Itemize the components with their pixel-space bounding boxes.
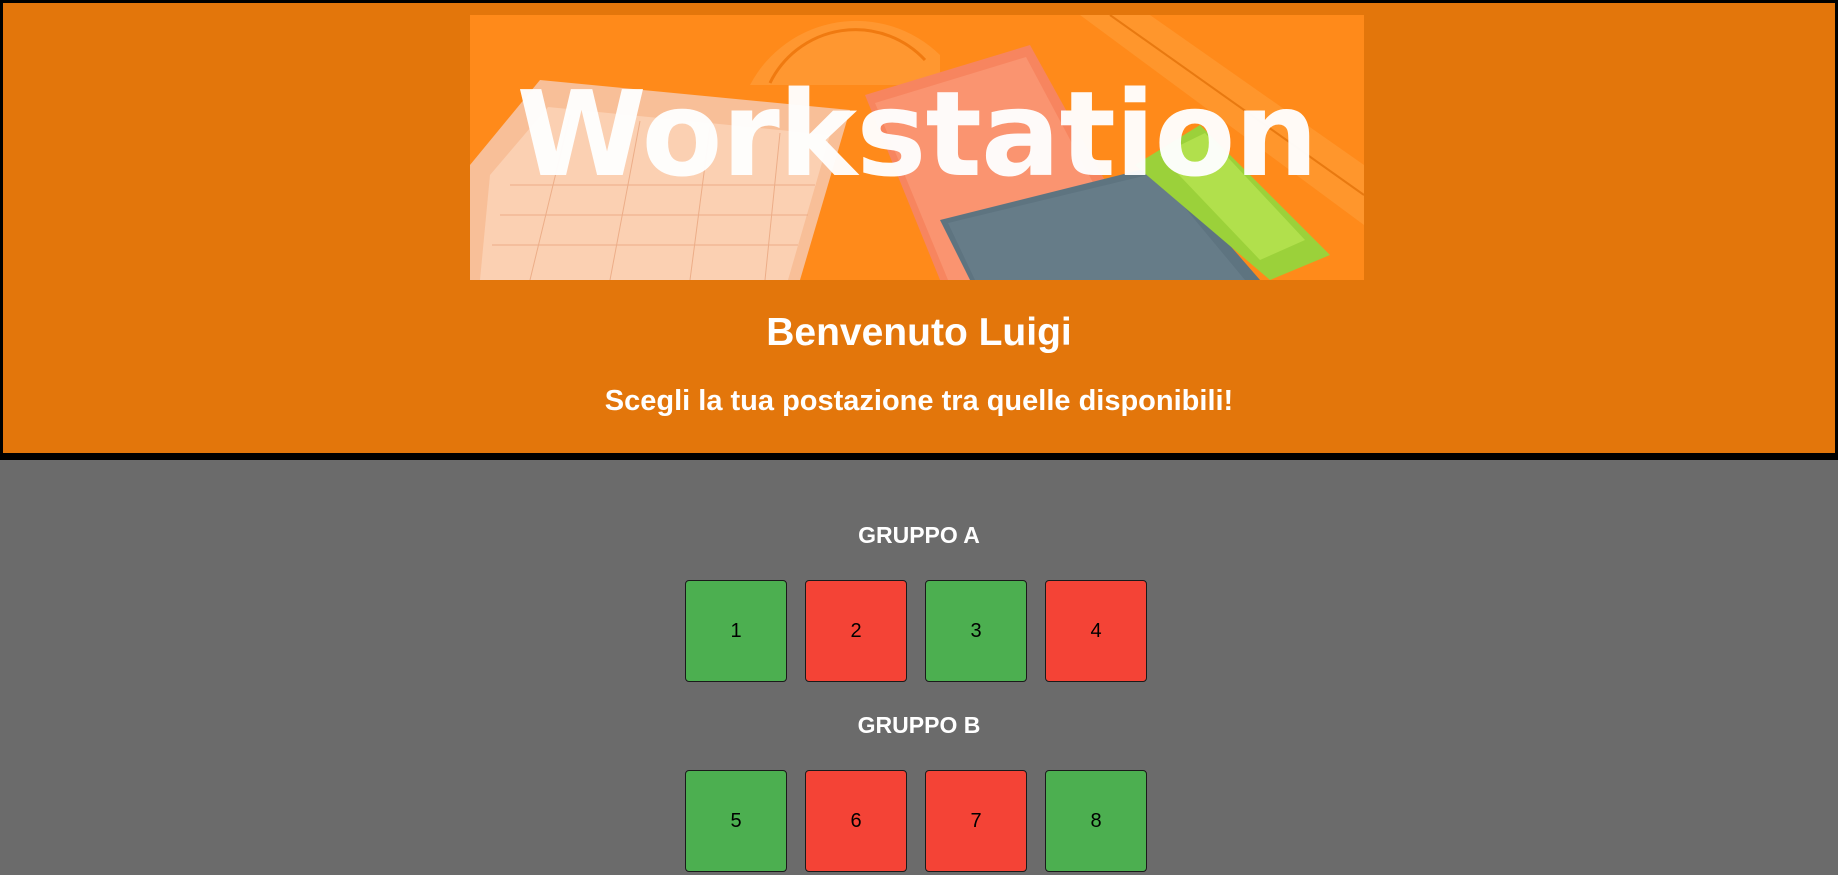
seat-6-button[interactable]: 6 bbox=[805, 770, 907, 872]
seat-1-button[interactable]: 1 bbox=[685, 580, 787, 682]
welcome-heading: Benvenuto Luigi bbox=[766, 311, 1072, 354]
banner-title: Workstation bbox=[516, 65, 1319, 203]
seat-7-button[interactable]: 7 bbox=[925, 770, 1027, 872]
seat-8-button[interactable]: 8 bbox=[1045, 770, 1147, 872]
group-a-seats: 1 2 3 4 bbox=[685, 580, 1147, 682]
page-header: Workstation Benvenuto Luigi Scegli la tu… bbox=[0, 0, 1838, 460]
workstation-banner: Workstation bbox=[470, 15, 1364, 280]
seat-4-button[interactable]: 4 bbox=[1045, 580, 1147, 682]
group-a-title: GRUPPO A bbox=[858, 522, 980, 548]
seat-3-button[interactable]: 3 bbox=[925, 580, 1027, 682]
instruction-subtitle: Scegli la tua postazione tra quelle disp… bbox=[604, 385, 1234, 417]
group-b-seats: 5 6 7 8 bbox=[685, 770, 1147, 872]
seat-2-button[interactable]: 2 bbox=[805, 580, 907, 682]
seat-5-button[interactable]: 5 bbox=[685, 770, 787, 872]
group-b-title: GRUPPO B bbox=[857, 712, 981, 738]
